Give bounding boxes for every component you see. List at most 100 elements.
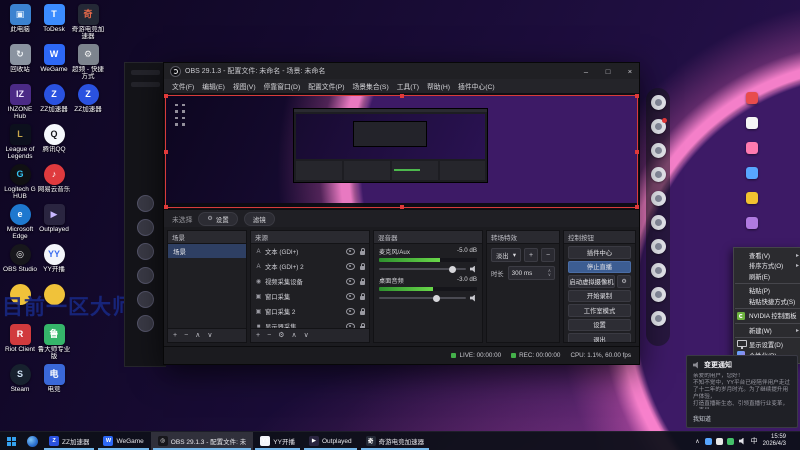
volume-icon[interactable] <box>738 437 744 445</box>
desktop-icon[interactable]: Z ZZ加速器 <box>71 84 105 124</box>
tray-app-icon[interactable] <box>704 437 712 445</box>
lock-icon[interactable] <box>360 277 365 285</box>
yy-avatar-icon[interactable] <box>137 243 154 260</box>
menu-item[interactable]: 帮助(H) <box>423 81 454 91</box>
source-filters-button[interactable]: 滤镜 <box>243 211 275 226</box>
close-button[interactable]: × <box>621 63 639 79</box>
obs-control-button[interactable]: 开始录制 <box>568 289 631 302</box>
visibility-eye-icon[interactable] <box>346 293 355 300</box>
yy-tool-icon[interactable] <box>650 287 666 302</box>
visibility-eye-icon[interactable] <box>346 308 355 315</box>
hidden-icons-chevron[interactable]: ∧ <box>695 438 699 445</box>
yy-tool-icon[interactable] <box>650 191 666 206</box>
source-list-item[interactable]: A 文本 (GDI+) 2 <box>251 259 369 274</box>
context-menu-item[interactable]: 粘贴(P) <box>734 286 800 297</box>
remove-transition-button[interactable]: − <box>541 248 555 262</box>
obs-control-button[interactable]: 停止直播 <box>568 260 631 273</box>
obs-control-button[interactable]: 设置 <box>568 318 631 331</box>
move-scene-down-icon[interactable]: ∨ <box>207 332 212 339</box>
desktop-icon[interactable]: YY YY开播 <box>37 244 71 284</box>
obs-control-button[interactable]: 退出 <box>568 333 631 342</box>
selection-handle[interactable] <box>399 205 404 209</box>
desktop-icon[interactable]: T ToDesk <box>37 4 71 44</box>
right-edge-icon[interactable] <box>746 117 758 129</box>
notification-acknowledge-link[interactable]: 我知道 <box>693 414 711 423</box>
lock-icon[interactable] <box>360 262 365 270</box>
yy-tool-icon[interactable] <box>650 118 667 134</box>
yy-avatar-icon[interactable] <box>137 315 154 332</box>
context-menu-item[interactable]: 排序方式(O) ▸ <box>734 261 800 272</box>
desktop-icon[interactable]: 鲁 鲁大师专业版 <box>37 324 71 364</box>
taskbar-round-app-icon[interactable] <box>22 432 42 450</box>
source-properties-icon[interactable]: ⚙ <box>278 332 284 339</box>
notification-speaker-icon[interactable] <box>693 361 698 369</box>
desktop-icon[interactable]: G Logitech G HUB <box>3 164 37 204</box>
yy-avatar-icon[interactable] <box>137 267 154 284</box>
desktop-icon[interactable]: ↻ 回收站 <box>3 44 37 84</box>
context-menu-item[interactable]: 显示设置(D) <box>734 340 800 351</box>
right-edge-icon[interactable] <box>746 142 758 154</box>
tray-app-icon[interactable] <box>726 437 734 445</box>
selection-handle[interactable] <box>399 94 404 98</box>
obs-preview-area[interactable] <box>164 94 639 209</box>
desktop-icon[interactable]: 电 电竞 <box>37 364 71 404</box>
move-scene-up-icon[interactable]: ∧ <box>195 332 200 339</box>
lock-icon[interactable] <box>360 247 365 255</box>
menu-item[interactable]: 停靠窗口(D) <box>260 81 305 91</box>
desktop-icon[interactable]: W WeGame <box>37 44 71 84</box>
menu-item[interactable]: 插件中心(C) <box>454 81 499 91</box>
selection-handle[interactable] <box>635 94 639 98</box>
source-list-item[interactable]: A 文本 (GDI+) <box>251 244 369 259</box>
context-menu-item[interactable]: 新建(W) ▸ <box>734 325 800 336</box>
source-list-item[interactable]: ▣ 窗口采集 2 <box>251 304 369 319</box>
obs-titlebar[interactable]: OBS 29.1.3 - 配置文件: 未命名 - 场景: 未命名 – □ × <box>164 63 639 79</box>
menu-item[interactable]: 配置文件(P) <box>304 81 348 91</box>
source-list-item[interactable]: ◉ 视频采集设备 <box>251 274 369 289</box>
remove-source-icon[interactable]: − <box>267 332 271 339</box>
move-source-down-icon[interactable]: ∨ <box>304 332 309 339</box>
context-menu-item[interactable]: 查看(V) ▸ <box>734 250 800 261</box>
slider-knob[interactable] <box>433 294 441 302</box>
menu-item[interactable]: 文件(F) <box>168 81 198 91</box>
lock-icon[interactable] <box>360 322 365 328</box>
spinner-arrows-icon[interactable]: ∧ ∨ <box>548 268 551 277</box>
taskbar-app-button[interactable]: YY YY开播 <box>253 432 302 450</box>
selection-handle[interactable] <box>635 149 639 154</box>
obs-control-button[interactable]: 启动虚拟摄像机 <box>568 275 615 288</box>
clock[interactable]: 15:59 2026/4/3 <box>763 434 786 448</box>
add-source-icon[interactable]: + <box>256 332 260 339</box>
mute-speaker-icon[interactable] <box>470 265 475 273</box>
display-capture-canvas[interactable] <box>165 95 638 208</box>
desktop-icon[interactable]: L League of Legends <box>3 124 37 164</box>
right-edge-icon[interactable] <box>746 167 758 179</box>
obs-control-button[interactable]: 工作室模式 <box>568 304 631 317</box>
taskbar-app-button[interactable]: ◎ OBS 29.1.3 - 配置文件: 未 <box>150 432 254 450</box>
yy-tool-icon[interactable] <box>650 311 666 326</box>
desktop-icon[interactable]: ▶ Outplayed <box>37 204 71 244</box>
right-edge-icon[interactable] <box>746 92 758 104</box>
add-transition-button[interactable]: + <box>524 248 538 262</box>
yy-tool-icon[interactable] <box>650 263 666 278</box>
desktop-icon[interactable]: e Microsoft Edge <box>3 204 37 244</box>
desktop-icon[interactable]: ▣ 此电脑 <box>3 4 37 44</box>
volume-slider[interactable] <box>379 265 466 273</box>
taskbar-app-button[interactable]: Z ZZ加速器 <box>42 432 96 450</box>
context-menu-item[interactable]: 刷新(E) <box>734 271 800 282</box>
taskbar-app-button[interactable]: W WeGame <box>96 432 150 450</box>
yy-tool-icon[interactable] <box>650 239 666 254</box>
volume-slider[interactable] <box>379 294 466 302</box>
desktop-icon[interactable]: S Steam <box>3 364 37 404</box>
visibility-eye-icon[interactable] <box>346 263 355 270</box>
source-list-item[interactable]: ■ 显示器采集 <box>251 319 369 328</box>
lock-icon[interactable] <box>360 307 365 315</box>
minimize-button[interactable]: – <box>577 63 595 79</box>
menu-item[interactable]: 视图(V) <box>229 81 260 91</box>
context-menu-item[interactable]: 粘贴快捷方式(S) <box>734 296 800 307</box>
desktop-icon[interactable]: 奇 奇游电竞加速器 <box>71 4 105 44</box>
context-menu-item[interactable]: NVIDIA 控制面板 <box>734 311 800 322</box>
desktop-icon[interactable]: ◎ OBS Studio <box>3 244 37 284</box>
visibility-eye-icon[interactable] <box>346 323 355 328</box>
duration-spinner[interactable]: 300 ms ∧ ∨ <box>507 266 555 280</box>
add-scene-icon[interactable]: + <box>173 332 177 339</box>
selection-handle[interactable] <box>164 149 168 154</box>
